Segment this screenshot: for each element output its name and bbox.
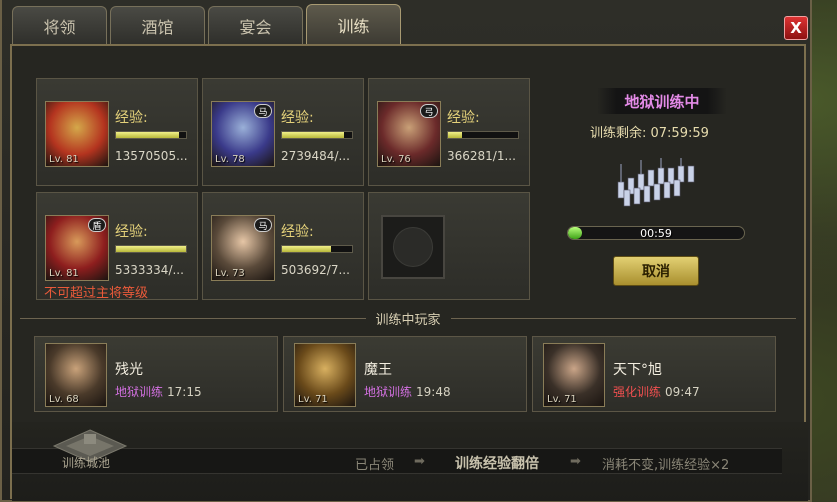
player-card-3[interactable]: Lv. 71 天下°旭 强化训练 09:47 <box>532 336 776 412</box>
exp-label: 经验: <box>447 110 480 126</box>
player-portrait: Lv. 71 <box>294 343 356 407</box>
troops-icon <box>617 158 695 207</box>
general-slot-1[interactable]: Lv. 81 经验: 13570505... <box>36 78 198 186</box>
level-label: Lv. 68 <box>49 394 79 405</box>
exp-bar <box>115 245 187 253</box>
general-portrait: 盾 Lv. 81 <box>45 215 109 281</box>
content-frame: Lv. 81 经验: 13570505... 马 Lv. 78 经验: 2739… <box>10 44 808 501</box>
player-card-1[interactable]: Lv. 68 残光 地狱训练 17:15 <box>34 336 278 412</box>
player-name: 残光 <box>115 362 143 378</box>
general-portrait: 弓 Lv. 76 <box>377 101 441 167</box>
player-mode: 强化训练 09:47 <box>613 383 700 400</box>
level-label: Lv. 71 <box>547 394 577 405</box>
horse-icon: 马 <box>254 104 272 118</box>
close-button[interactable]: X <box>784 16 808 40</box>
occupied-label: 已占领 <box>355 458 395 473</box>
level-label: Lv. 76 <box>381 154 411 165</box>
exp-value: 13570505... <box>115 149 188 163</box>
exp-value: 503692/7... <box>281 263 350 277</box>
empty-general-slot[interactable] <box>368 192 530 300</box>
level-warning: 不可超过主将等级 <box>44 286 149 301</box>
general-slot-5[interactable]: 马 Lv. 73 经验: 503692/7... <box>202 192 364 300</box>
training-mode-title: 地狱训练中 <box>597 88 727 114</box>
bow-icon: 弓 <box>420 104 438 118</box>
cancel-button[interactable]: 取消 <box>613 256 699 286</box>
exp-value: 2739484/... <box>281 149 350 163</box>
players-section-header: 训练中玩家 <box>10 308 806 328</box>
level-label: Lv. 71 <box>298 394 328 405</box>
general-portrait: 马 Lv. 78 <box>211 101 275 167</box>
player-mode: 地狱训练 17:15 <box>115 383 202 400</box>
general-portrait: Lv. 81 <box>45 101 109 167</box>
level-label: Lv. 73 <box>215 268 245 279</box>
exp-bar <box>447 131 519 139</box>
arrow-right-icon: ➡ <box>414 454 425 469</box>
tab-tavern[interactable]: 酒馆 <box>110 6 205 44</box>
exp-label: 经验: <box>281 224 314 240</box>
general-slot-2[interactable]: 马 Lv. 78 经验: 2739484/... <box>202 78 364 186</box>
exp-label: 经验: <box>115 110 148 126</box>
training-window: 将领 酒馆 宴会 训练 X Lv. 81 经验: 13570505... 马 L… <box>0 0 812 502</box>
remaining-time: 训练剩余: 07:59:59 <box>590 126 709 141</box>
level-label: Lv. 81 <box>49 154 79 165</box>
tab-generals[interactable]: 将领 <box>12 6 107 44</box>
player-card-2[interactable]: Lv. 71 魔王 地狱训练 19:48 <box>283 336 527 412</box>
training-city-bar: 训练城池 已占领 ➡ 训练经验翻倍 ➡ 消耗不变,训练经验×2 <box>12 422 808 501</box>
tab-training[interactable]: 训练 <box>306 4 401 44</box>
exp-label: 经验: <box>115 224 148 240</box>
training-time: 17:15 <box>167 385 202 399</box>
exp-bar <box>281 131 353 139</box>
bonus-label: 训练经验翻倍 <box>455 456 539 472</box>
training-mode: 地狱训练 <box>115 385 164 399</box>
tab-banquet[interactable]: 宴会 <box>208 6 303 44</box>
training-mode: 地狱训练 <box>364 385 413 399</box>
training-mode: 强化训练 <box>613 385 662 399</box>
player-portrait: Lv. 68 <box>45 343 107 407</box>
exp-label: 经验: <box>281 110 314 126</box>
level-label: Lv. 81 <box>49 268 79 279</box>
exp-bar <box>115 131 187 139</box>
shield-icon: 盾 <box>88 218 106 232</box>
horse-icon: 马 <box>254 218 272 232</box>
general-portrait: 马 Lv. 73 <box>211 215 275 281</box>
player-portrait: Lv. 71 <box>543 343 605 407</box>
training-time: 09:47 <box>665 385 700 399</box>
training-time: 19:48 <box>416 385 451 399</box>
exp-bar <box>281 245 353 253</box>
arrow-right-icon: ➡ <box>570 454 581 469</box>
tab-bar: 将领 酒馆 宴会 训练 <box>12 4 401 44</box>
exp-value: 5333334/... <box>115 263 184 277</box>
player-mode: 地狱训练 19:48 <box>364 383 451 400</box>
level-label: Lv. 78 <box>215 154 245 165</box>
progress-text: 00:59 <box>640 226 672 240</box>
exp-value: 366281/1... <box>447 149 516 163</box>
player-name: 魔王 <box>364 362 392 378</box>
effect-label: 消耗不变,训练经验×2 <box>602 458 730 473</box>
city-label: 训练城池 <box>62 456 111 470</box>
training-progress-bar: 00:59 <box>567 226 745 240</box>
general-slot-3[interactable]: 弓 Lv. 76 经验: 366281/1... <box>368 78 530 186</box>
empty-slot-icon <box>381 215 445 279</box>
players-header-label: 训练中玩家 <box>375 312 441 328</box>
player-name: 天下°旭 <box>613 362 662 378</box>
